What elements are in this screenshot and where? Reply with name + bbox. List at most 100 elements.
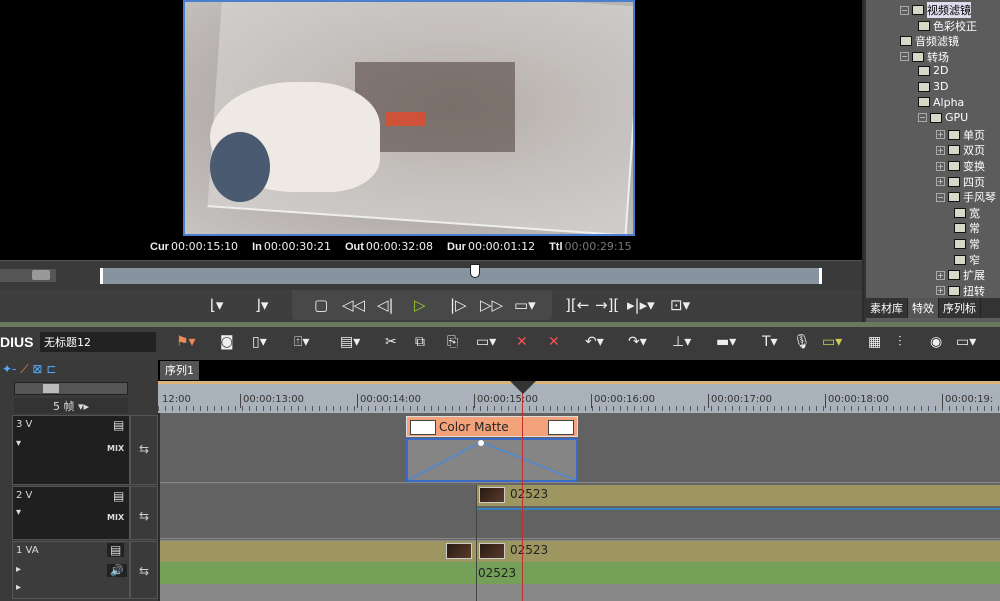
expand-icon: +	[936, 145, 945, 155]
panel-tabs: 素材库 特效 序列标	[866, 298, 1000, 318]
clip-color-matte[interactable]: Color Matte	[406, 416, 578, 437]
delete-icon[interactable]: ✕	[516, 334, 528, 350]
track-header-2v[interactable]: 2 V ▤ ▾ MIX	[12, 486, 130, 540]
tree-item[interactable]: − GPU	[918, 111, 968, 124]
tree-item[interactable]: 音频滤镜	[900, 33, 959, 49]
zoom-level-select[interactable]: 5 帧 ▾▸	[14, 398, 128, 413]
effects-panel: − 视频滤镜 色彩校正 音频滤镜 − 转场 2D 3D Alpha − GPU + 单页 + 双页 + 变换 + 四…	[864, 0, 1000, 322]
tree-item[interactable]: + 扩展	[936, 267, 985, 283]
tree-item[interactable]: 宽	[954, 205, 980, 221]
layout-icon[interactable]: ▭▾	[956, 334, 976, 350]
mic-icon[interactable]: 🎙	[793, 334, 811, 350]
prev-frame-icon[interactable]: ◁|	[377, 296, 394, 314]
clip-video-1va[interactable]: 02523	[160, 541, 1000, 562]
tab-sequence-1[interactable]: 序列1	[160, 361, 199, 380]
replace-icon[interactable]: ▭▾	[476, 334, 496, 350]
undo-icon[interactable]: ↶▾	[585, 334, 604, 350]
tree-item[interactable]: 窄	[954, 252, 980, 268]
sync-toggle-2v[interactable]: ⇆	[130, 486, 158, 540]
timeline-zoom-slider[interactable]	[14, 382, 128, 395]
sync-toggle-3v[interactable]: ⇆	[130, 415, 158, 485]
sequence-tabs: 序列1	[158, 360, 1000, 381]
collapse-icon: −	[900, 5, 909, 15]
tab-effects[interactable]: 特效	[908, 298, 939, 318]
tree-item[interactable]: + 扭转	[936, 283, 985, 299]
rewind-icon[interactable]: ◁◁	[342, 296, 365, 314]
set-in-button[interactable]: ⌊▾	[210, 296, 223, 314]
play-icon[interactable]: ▷	[414, 296, 426, 314]
overwrite-icon[interactable]: →][	[595, 296, 619, 314]
tree-item[interactable]: 色彩校正	[918, 18, 977, 34]
effect-icon	[948, 129, 960, 140]
set-out-button[interactable]: ⌋▾	[255, 296, 268, 314]
sync-toggle-1va[interactable]: ⇆	[130, 541, 158, 599]
redo-icon[interactable]: ↷▾	[628, 334, 647, 350]
new-file-icon[interactable]: ▯▾	[252, 334, 267, 350]
tree-item-label: 宽	[969, 206, 980, 220]
ripple-delete-icon[interactable]: ✕	[548, 334, 560, 350]
video-frame	[183, 0, 635, 236]
ruler-label: 00:00:16:00	[591, 394, 655, 408]
track-header-3v[interactable]: 3 V ▤ ▾ MIX	[12, 415, 130, 485]
tree-item[interactable]: − 视频滤镜	[900, 2, 971, 18]
tree-item[interactable]: 2D	[918, 64, 948, 77]
playhead-marker[interactable]	[510, 381, 536, 394]
tree-item[interactable]: 常	[954, 236, 980, 252]
effect-icon	[954, 254, 966, 265]
title-icon[interactable]: T▾	[762, 334, 778, 350]
save-icon[interactable]: ▤▾	[340, 334, 360, 350]
preview-monitor: Cur 00:00:15:10 In 00:00:30:21 Out 00:00:32…	[0, 0, 862, 260]
tree-item[interactable]: 3D	[918, 80, 948, 93]
tree-item-label: 扭转	[963, 284, 985, 298]
playhead-line[interactable]	[522, 381, 523, 601]
split-icon[interactable]: ⊥▾	[672, 334, 691, 350]
mode-icon[interactable]: ▬▾	[716, 334, 736, 350]
grid-icon[interactable]: ▦	[868, 334, 881, 350]
audio-icon: 🔊	[107, 564, 127, 577]
lane-3v[interactable]	[160, 413, 1000, 483]
tab-sequence-markers[interactable]: 序列标	[939, 298, 981, 318]
tree-item[interactable]: Alpha	[918, 96, 964, 109]
scrub-handle[interactable]	[470, 264, 481, 278]
timeline-ruler[interactable]: 12:00 00:00:13:00 00:00:14:00 00:00:15:00 00…	[158, 381, 1000, 413]
effect-icon	[948, 176, 960, 187]
zoom-slider[interactable]	[0, 269, 56, 282]
tree-item[interactable]: 常	[954, 220, 980, 236]
ruler-label: 00:00:15:00	[474, 394, 538, 408]
paste-icon[interactable]: ⎘	[447, 334, 458, 350]
tree-item-label: GPU	[945, 111, 969, 125]
export-icon[interactable]: ▭▾	[822, 334, 842, 350]
tree-item-label: 2D	[933, 64, 949, 78]
track-header-1va[interactable]: 1 VA ▤ ▸ 🔊 ▸	[12, 541, 130, 599]
trim-icon[interactable]: ▸|▸▾	[627, 296, 655, 314]
color-wheel-icon[interactable]: ◉	[930, 334, 942, 350]
stop-button[interactable]: ▢	[314, 296, 328, 314]
tree-item[interactable]: + 四页	[936, 174, 985, 190]
effect-icon	[900, 36, 912, 47]
tc-cur: Cur 00:00:15:10	[150, 240, 239, 253]
mixer-icon[interactable]: ⫶	[898, 334, 902, 350]
tab-bin[interactable]: 素材库	[866, 298, 908, 318]
clip-video-2v[interactable]: 02523	[476, 485, 1000, 506]
tree-item[interactable]: + 双页	[936, 142, 985, 158]
app-logo: DIUS	[0, 334, 34, 350]
loop-icon[interactable]: ▭▾	[514, 296, 536, 314]
mix-keyframes[interactable]	[406, 438, 578, 482]
tree-item-label: 3D	[933, 80, 949, 93]
tree-item[interactable]: − 转场	[900, 49, 949, 65]
fast-forward-icon[interactable]: ▷▷	[480, 296, 503, 314]
track-tools[interactable]: ✦- ⟋ ⊠ ⊏	[0, 360, 158, 380]
copy-icon[interactable]: ⧉	[415, 334, 425, 350]
output-icon[interactable]: ⊡▾	[670, 296, 690, 314]
insert-icon[interactable]: ][←	[565, 296, 589, 314]
tree-item[interactable]: + 单页	[936, 127, 985, 143]
tree-item[interactable]: − 手风琴	[936, 189, 996, 205]
next-frame-icon[interactable]: |▷	[450, 296, 467, 314]
open-icon[interactable]: ⍐▾	[294, 334, 309, 350]
tree-item[interactable]: + 变换	[936, 158, 985, 174]
new-project-icon[interactable]: ⚑▾	[176, 334, 196, 350]
scrub-bar[interactable]	[100, 264, 822, 284]
cut-icon[interactable]: ✂	[385, 334, 397, 350]
capture-icon[interactable]: ◙	[220, 334, 234, 350]
clip-audio-1va[interactable]: 02523	[160, 562, 1000, 584]
